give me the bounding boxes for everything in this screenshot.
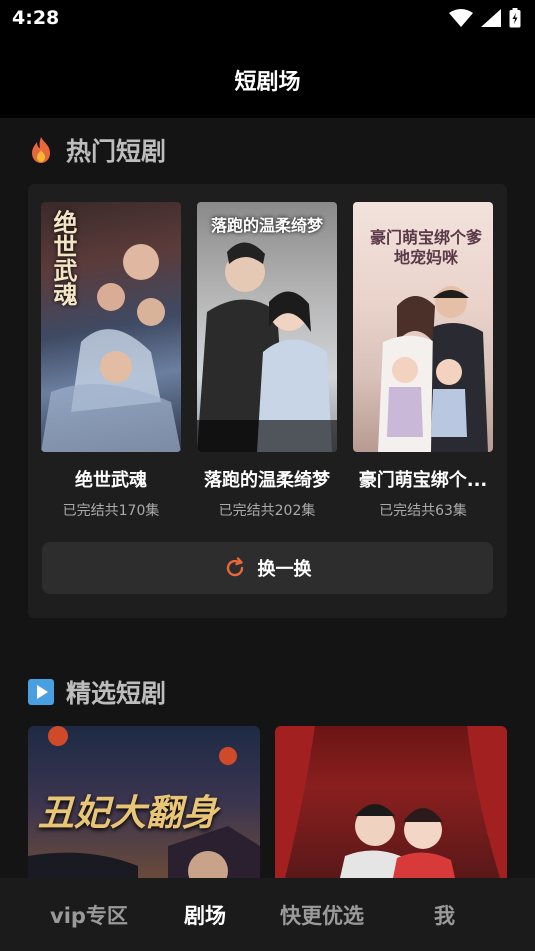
hot-section-title: 热门短剧: [66, 137, 167, 166]
poster-art: [275, 726, 507, 878]
featured-section-header: 精选短剧: [28, 674, 166, 710]
status-bar: 4:28: [0, 0, 535, 38]
status-time: 4:28: [12, 7, 60, 29]
nav-item-me[interactable]: 我: [434, 900, 455, 930]
page-title: 短剧场: [234, 70, 301, 95]
drama-poster[interactable]: 落跑的温柔绮梦: [197, 202, 337, 452]
featured-drama-card[interactable]: 丑妃大翻身: [28, 726, 260, 878]
poster-title: 落跑的温柔绮梦: [210, 216, 323, 235]
nav-item-vip[interactable]: vip专区: [50, 900, 128, 930]
drama-title: 落跑的温柔绮梦: [204, 470, 330, 491]
refresh-icon: [226, 557, 243, 577]
drama-episodes: 已完结共170集: [62, 503, 160, 519]
poster-title: 绝世武魂: [49, 210, 78, 306]
drama-title: 豪门萌宝绑个...: [358, 470, 488, 491]
nav-item-theater[interactable]: 剧场: [184, 900, 226, 930]
battery-icon: [509, 8, 521, 28]
poster-art: [197, 242, 337, 452]
drama-poster[interactable]: 豪门萌宝绑个爹地宠妈咪: [353, 202, 493, 452]
drama-title: 绝世武魂: [75, 470, 147, 491]
poster-title: 丑妃大翻身: [38, 792, 219, 834]
nav-item-fast-update[interactable]: 快更优选: [280, 900, 364, 930]
featured-drama-card[interactable]: [275, 726, 507, 878]
wifi-icon: [449, 9, 473, 27]
drama-episodes: 已完结共202集: [218, 503, 316, 519]
fire-icon: [32, 137, 50, 163]
app-header: 短剧场: [0, 38, 535, 118]
drama-episodes: 已完结共63集: [379, 503, 467, 519]
hot-dramas-card: 绝世武魂 绝世武魂 已完结共170集 落跑的温柔绮梦 落跑的温柔绮梦 已完结共2…: [28, 184, 507, 618]
drama-poster[interactable]: 绝世武魂: [41, 202, 181, 452]
hot-section-header: 热门短剧: [28, 132, 166, 168]
refresh-button[interactable]: 换一换: [42, 542, 493, 594]
play-icon: [28, 679, 54, 705]
drama-card[interactable]: 落跑的温柔绮梦 落跑的温柔绮梦 已完结共202集: [197, 202, 337, 520]
featured-section-title: 精选短剧: [66, 679, 167, 708]
poster-title: 豪门萌宝绑个爹地宠妈咪: [369, 228, 482, 267]
content-area[interactable]: 热门短剧 绝世武魂 绝世武魂 已完结共170集 落跑的温柔绮梦 落跑的温柔绮梦 …: [0, 118, 535, 878]
drama-card[interactable]: 绝世武魂 绝世武魂 已完结共170集: [41, 202, 181, 520]
drama-card[interactable]: 豪门萌宝绑个爹地宠妈咪 豪门萌宝绑个... 已完结共63集: [353, 202, 493, 520]
status-icons: [449, 8, 521, 28]
bottom-nav: vip专区 剧场 快更优选 我: [0, 878, 535, 951]
refresh-label: 换一换: [257, 559, 312, 580]
signal-icon: [481, 9, 501, 27]
